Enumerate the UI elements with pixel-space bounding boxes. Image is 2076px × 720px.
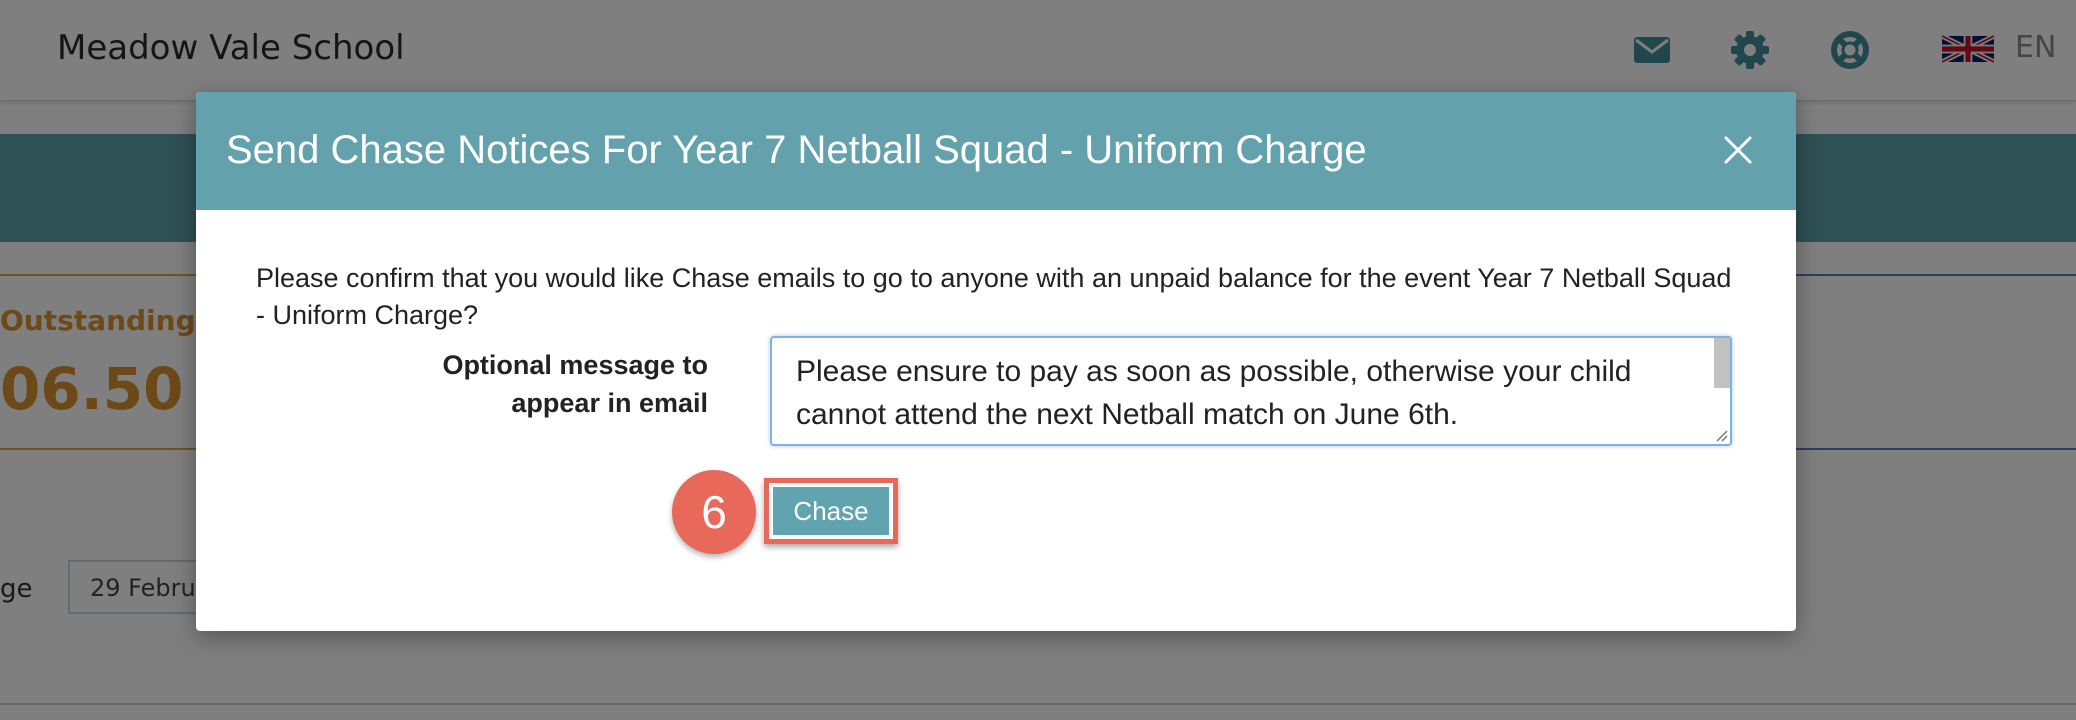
resize-handle-icon[interactable] [1714, 428, 1728, 442]
dialog-title: Send Chase Notices For Year 7 Netball Sq… [226, 128, 1367, 172]
step-number-badge: 6 [672, 470, 756, 554]
dialog-header: Send Chase Notices For Year 7 Netball Sq… [196, 92, 1796, 210]
chase-button[interactable]: Chase [773, 487, 889, 535]
textarea-scrollbar[interactable] [1714, 338, 1730, 388]
optional-message-textarea[interactable]: Please ensure to pay as soon as possible… [770, 336, 1732, 446]
confirmation-text: Please confirm that you would like Chase… [256, 263, 1732, 330]
close-icon[interactable] [1720, 132, 1756, 168]
chase-notices-dialog: Send Chase Notices For Year 7 Netball Sq… [196, 92, 1796, 631]
optional-message-label: Optional message to appear in email [442, 350, 708, 418]
